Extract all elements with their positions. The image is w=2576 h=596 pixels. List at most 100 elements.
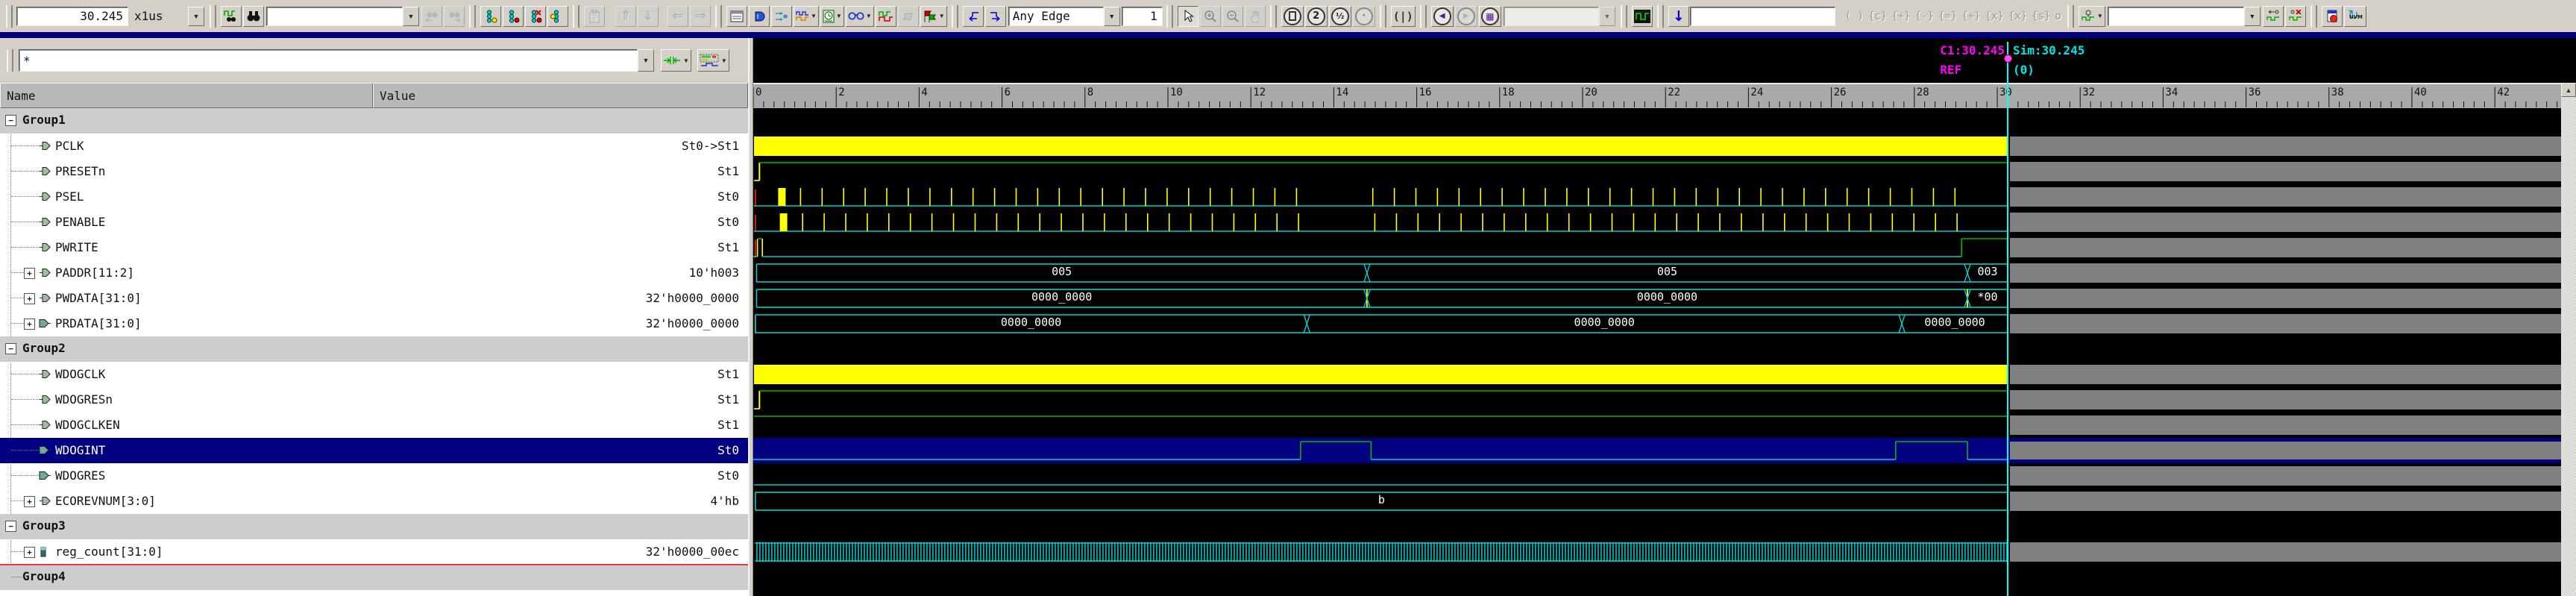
find-next-button[interactable] — [444, 5, 465, 27]
signal-name[interactable]: PWDATA[31:0] — [55, 291, 142, 305]
time-cursor-line[interactable] — [2007, 42, 2008, 596]
signal-name[interactable]: ECOREVNUM[3:0] — [55, 494, 156, 508]
signal-row-wdogresn[interactable]: WDOGRESn St1 — [0, 387, 748, 413]
expand-icon[interactable]: + — [24, 268, 35, 279]
zoom-in-button[interactable] — [1199, 5, 1221, 27]
waveform-style-button[interactable]: ▼ — [794, 5, 819, 27]
move-up-button[interactable]: ⇑ — [615, 5, 636, 27]
probe-combo-value[interactable] — [2107, 6, 2244, 26]
zoom-full-range-button[interactable]: (|) — [1390, 5, 1416, 27]
pane-collapse-button[interactable]: ▼ — [661, 49, 691, 72]
forward-button[interactable]: ⇒ — [690, 5, 711, 27]
signal-row-ecorevnum30[interactable]: + ECOREVNUM[3:0] 4'hb — [0, 489, 748, 514]
uvm-button[interactable]: ↻ UVM — [2343, 5, 2366, 27]
signal-name[interactable]: WDOGRES — [55, 468, 105, 483]
signal-row-wdogclk[interactable]: WDOGCLK St1 — [0, 362, 748, 387]
signal-name[interactable]: PADDR[11:2] — [55, 266, 134, 280]
value-pair-button[interactable] — [547, 5, 568, 27]
signal-io-button[interactable] — [771, 5, 792, 27]
signal-name[interactable]: PRDATA[31:0] — [55, 316, 142, 330]
search-signal-button[interactable] — [221, 5, 242, 27]
probe-button[interactable]: ▼ — [2078, 5, 2105, 27]
find-combo-value[interactable] — [266, 6, 403, 26]
signal-name[interactable]: WDOGCLKEN — [55, 418, 120, 432]
signal-name[interactable]: PRESETn — [55, 164, 105, 178]
signal-row-reg_count310[interactable]: + reg_count[31:0] 32'h0000_00ec — [0, 539, 748, 565]
chevron-down-icon[interactable]: ▼ — [638, 49, 654, 72]
collapse-icon[interactable]: − — [5, 521, 16, 532]
signal-name[interactable]: PSEL — [55, 189, 84, 204]
group-row-group1[interactable]: − Group1 — [0, 108, 748, 134]
view-combo[interactable]: ▼ — [1503, 6, 1615, 26]
zoom-selection-button[interactable]: · — [1352, 5, 1375, 27]
find-button[interactable] — [243, 5, 264, 27]
erase-button[interactable] — [897, 5, 919, 27]
next-edge-button[interactable] — [984, 5, 1006, 27]
column-header-name[interactable]: Name — [0, 83, 373, 108]
expand-icon[interactable]: + — [24, 547, 35, 558]
group-row-group2[interactable]: − Group2 — [0, 336, 748, 362]
log-button[interactable] — [2321, 5, 2343, 27]
prev-value-change-button[interactable] — [503, 5, 524, 27]
signal-row-penable[interactable]: PENABLE St0 — [0, 210, 748, 235]
panel-splitter[interactable] — [748, 38, 753, 596]
pan-button[interactable] — [1244, 5, 1266, 27]
chevron-down-icon[interactable]: ▼ — [403, 6, 419, 26]
edge-type-combo[interactable]: Any Edge ▼ — [1008, 6, 1120, 26]
expand-icon[interactable]: + — [24, 293, 35, 304]
find-combo[interactable]: ▼ — [266, 6, 419, 26]
compare-waves-button[interactable] — [875, 5, 896, 27]
zoom-fit-button[interactable] — [1281, 5, 1304, 27]
restore-signal-button[interactable] — [2262, 5, 2284, 27]
scroll-up-button[interactable]: ▲ — [2561, 83, 2576, 97]
grid-view-button[interactable]: ▦ — [1478, 5, 1501, 27]
chevron-down-icon[interactable]: ▼ — [188, 6, 204, 26]
expand-icon[interactable]: + — [24, 496, 35, 507]
waveform-area[interactable]: C1:30.245 REF Sim:30.245 (0) 0 2 4 6 8 10 12 14 16… — [753, 38, 2576, 596]
chevron-down-icon[interactable]: ▼ — [1598, 6, 1615, 26]
signal-row-pclk[interactable]: PCLK St0->St1 — [0, 134, 748, 159]
wave-display-config-button[interactable]: ▼ — [697, 49, 729, 72]
signal-row-presetn[interactable]: PRESETn St1 — [0, 159, 748, 184]
signal-name[interactable]: PWRITE — [55, 240, 98, 254]
zoom-out-button[interactable] — [1222, 5, 1243, 27]
edge-type-combo-value[interactable]: Any Edge — [1008, 6, 1104, 26]
chevron-down-icon[interactable]: ▼ — [1103, 6, 1120, 26]
signal-name[interactable]: WDOGINT — [55, 443, 105, 457]
signal-row-wdogres[interactable]: WDOGRES St0 — [0, 463, 748, 489]
zoom-x2-button[interactable]: 2 — [1304, 5, 1328, 27]
signal-name[interactable]: reg_count[31:0] — [55, 545, 163, 559]
move-down-button[interactable]: ⇓ — [638, 5, 659, 27]
copy-button[interactable] — [584, 5, 605, 27]
markers-button[interactable]: ▼ — [920, 5, 947, 27]
waveform-canvas[interactable]: 005 005 003 0000_0000 0000_0000 *00 0000_0000 0… — [753, 108, 2561, 596]
zoom-half-button[interactable]: ½ — [1328, 5, 1351, 27]
database-button[interactable] — [749, 5, 770, 27]
signal-name[interactable]: PCLK — [55, 139, 84, 153]
signal-row-pwdata310[interactable]: + PWDATA[31:0] 32'h0000_0000 — [0, 286, 748, 311]
view-source-button[interactable]: ▼ — [845, 5, 874, 27]
chevron-down-icon[interactable]: ▼ — [2243, 6, 2261, 26]
vertical-scrollbar[interactable]: ▲ — [2561, 83, 2576, 596]
signal-name[interactable]: WDOGCLK — [55, 367, 105, 381]
signal-filter-combo[interactable]: * ▼ — [19, 49, 654, 72]
signal-row-wdogint[interactable]: WDOGINT St0 — [0, 438, 748, 463]
signal-name[interactable]: PENABLE — [55, 215, 105, 229]
signal-row-wdogclken[interactable]: WDOGCLKEN St1 — [0, 413, 748, 438]
back-button[interactable]: ⇐ — [667, 5, 688, 27]
report-button[interactable] — [726, 5, 747, 27]
schedule-button[interactable]: ▼ — [820, 5, 844, 27]
delete-signal-button[interactable] — [2284, 5, 2306, 27]
signal-row-paddr112[interactable]: + PADDR[11:2] 10'h003 — [0, 260, 748, 286]
group-row-group3[interactable]: − Group3 — [0, 514, 748, 539]
time-value-field[interactable]: 30.245 — [16, 6, 128, 26]
signal-row-pwrite[interactable]: PWRITE St1 — [0, 235, 748, 260]
group-row-group4[interactable]: Group4 — [0, 565, 748, 590]
previous-edge-button[interactable] — [962, 5, 984, 27]
find-previous-button[interactable] — [421, 5, 442, 27]
wave-window-button[interactable] — [1631, 5, 1653, 27]
time-ruler[interactable]: 0 2 4 6 8 10 12 14 16 18 20 22 24 26 28 30 32 34 36 38 40 42 — [753, 83, 2561, 108]
signal-filter-value[interactable]: * — [19, 49, 638, 72]
expand-icon[interactable]: + — [24, 319, 35, 330]
goto-button[interactable]: ↓ — [1668, 5, 1689, 27]
